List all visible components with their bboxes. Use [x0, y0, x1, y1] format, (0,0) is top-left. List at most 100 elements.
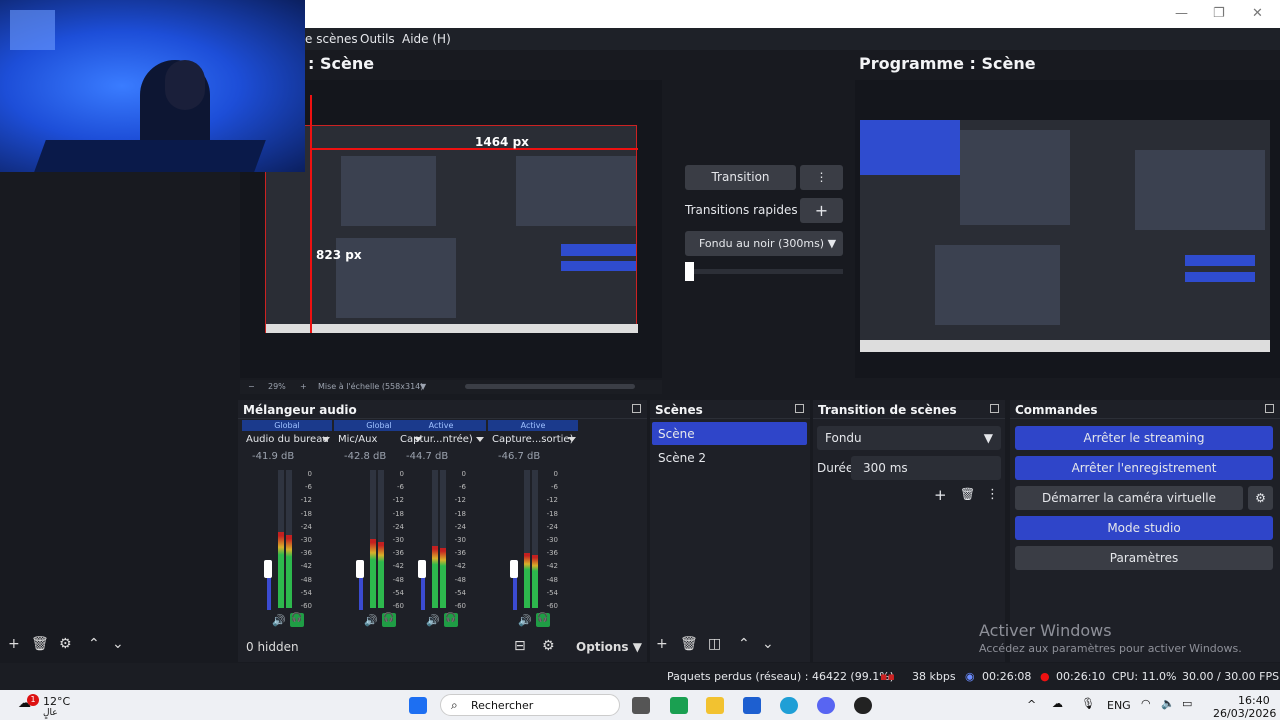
fade-to-black-button[interactable]: Fondu au noir (300ms) ▼ — [685, 231, 843, 256]
add-transition-icon[interactable]: + — [934, 486, 947, 504]
scene-item[interactable]: Scène 2 — [658, 451, 706, 465]
scale-tick: -42 — [546, 562, 558, 571]
move-up-icon[interactable]: ⌃ — [88, 636, 100, 658]
duration-input[interactable]: 300 ms — [851, 456, 1001, 480]
chevron-up-icon[interactable]: ^ — [1027, 698, 1036, 711]
discord-icon[interactable] — [817, 697, 835, 714]
speaker-icon[interactable]: 🔊 — [272, 614, 286, 627]
headphones-icon[interactable]: 🎧 — [444, 613, 458, 627]
float-icon[interactable] — [795, 404, 804, 413]
channel-menu-icon[interactable] — [476, 437, 484, 442]
scene-transition-dock: Transition de scènes Fondu ▼ Durée 300 ms… — [813, 400, 1005, 662]
filter-icon[interactable]: ◫ — [708, 636, 721, 658]
edge-icon[interactable] — [780, 697, 798, 714]
channel-name[interactable]: Captur...ntrée) — [400, 434, 473, 445]
maximize-icon[interactable]: ❐ — [1213, 6, 1225, 21]
width-label: 1464 px — [475, 135, 529, 149]
float-icon[interactable] — [1265, 404, 1274, 413]
windows-start-icon[interactable] — [409, 697, 427, 714]
menu-scenes[interactable]: e scènes — [305, 32, 358, 46]
volume-knob[interactable] — [418, 560, 426, 578]
menu-help[interactable]: Aide (H) — [402, 32, 451, 46]
headphones-icon[interactable]: 🎧 — [536, 613, 550, 627]
mixer-settings-icon[interactable]: ⚙ — [542, 638, 555, 660]
transition-menu-icon[interactable]: ⋮ — [986, 487, 999, 502]
stop-streaming-button[interactable]: Arrêter le streaming — [1015, 426, 1273, 450]
taskbar-search[interactable]: ⌕ Rechercher — [440, 694, 620, 716]
onedrive-icon[interactable]: ☁ — [1052, 697, 1063, 710]
zoom-out-icon[interactable]: − — [248, 382, 255, 391]
fps: 30.00 / 30.00 FPS — [1182, 670, 1280, 683]
transition-menu-icon[interactable]: ⋮ — [800, 165, 843, 190]
store-icon[interactable] — [743, 697, 761, 714]
speaker-icon[interactable]: 🔊 — [364, 614, 378, 627]
headphones-icon[interactable]: 🎧 — [382, 613, 396, 627]
studio-mode-button[interactable]: Mode studio — [1015, 516, 1273, 540]
battery-icon[interactable]: ▭ — [1182, 697, 1192, 710]
preview-scrollbar[interactable]: − 29% + Mise à l'échelle (558x314) ▼ — [240, 380, 662, 394]
volume-knob[interactable] — [264, 560, 272, 578]
record-icon: ● — [1040, 670, 1050, 683]
scale-tick: -36 — [300, 549, 312, 558]
language-indicator[interactable]: ENG — [1107, 699, 1131, 712]
scale-tick: -6 — [305, 483, 312, 492]
record-time: 00:26:10 — [1056, 670, 1106, 683]
scroll-thumb[interactable] — [465, 384, 635, 389]
add-scene-icon[interactable]: + — [656, 636, 668, 658]
speaker-icon[interactable]: 🔊 — [518, 614, 532, 627]
chevron-down-icon[interactable]: ▼ — [420, 382, 426, 391]
app-icon[interactable] — [670, 697, 688, 714]
move-down-icon[interactable]: ⌄ — [112, 636, 124, 658]
add-source-icon[interactable]: + — [8, 636, 20, 658]
level-meter — [432, 470, 438, 608]
gear-icon[interactable]: ⚙ — [1248, 486, 1273, 510]
delete-transition-icon[interactable]: 🗑 — [960, 487, 975, 501]
scale-tick: -60 — [454, 602, 466, 611]
scale-mode[interactable]: Mise à l'échelle (558x314) — [318, 382, 423, 391]
minimize-icon[interactable]: — — [1175, 6, 1188, 21]
channel-name[interactable]: Capture...sortie) — [492, 434, 574, 445]
headphones-icon[interactable]: 🎧 — [290, 613, 304, 627]
wifi-icon[interactable]: ◠ — [1141, 697, 1151, 710]
options-menu[interactable]: Options ▼ — [576, 640, 642, 662]
preview-canvas[interactable] — [265, 125, 638, 333]
volume-icon[interactable]: 🔈 — [1161, 697, 1175, 710]
scale-tick: -6 — [551, 483, 558, 492]
channel-menu-icon[interactable] — [568, 437, 576, 442]
float-icon[interactable] — [632, 404, 641, 413]
scene-item[interactable]: Scène — [652, 422, 807, 445]
obs-icon[interactable] — [854, 697, 872, 714]
task-view-icon[interactable] — [632, 697, 650, 714]
volume-knob[interactable] — [356, 560, 364, 578]
delete-scene-icon[interactable]: 🗑 — [680, 636, 698, 658]
move-down-icon[interactable]: ⌄ — [762, 636, 774, 658]
source-settings-icon[interactable]: ⚙ — [59, 636, 72, 658]
zoom-in-icon[interactable]: + — [300, 382, 307, 391]
transition-type-select[interactable]: Fondu ▼ — [817, 426, 1001, 450]
transition-slider-handle[interactable] — [685, 262, 694, 281]
move-up-icon[interactable]: ⌃ — [738, 636, 750, 658]
channel-name[interactable]: Mic/Aux — [338, 434, 377, 445]
scale-tick: -12 — [454, 496, 466, 505]
stop-recording-button[interactable]: Arrêter l'enregistrement — [1015, 456, 1273, 480]
add-quick-transition-icon[interactable]: + — [800, 198, 843, 223]
virtual-camera-button[interactable]: Démarrer la caméra virtuelle — [1015, 486, 1243, 510]
speaker-icon[interactable]: 🔊 — [426, 614, 440, 627]
webcam-source[interactable] — [0, 0, 305, 172]
mixer-channel: Global Audio du bureau -41.9 dB 0 -6 -12 -18 -2… — [242, 420, 334, 635]
delete-source-icon[interactable]: 🗑 — [31, 636, 49, 658]
channel-name[interactable]: Audio du bureau — [246, 434, 329, 445]
transition-slider[interactable] — [685, 269, 843, 274]
settings-button[interactable]: Paramètres — [1015, 546, 1273, 570]
folder-icon[interactable] — [706, 697, 724, 714]
float-icon[interactable] — [990, 404, 999, 413]
scale-tick: -54 — [300, 588, 312, 597]
scale-tick: -24 — [546, 522, 558, 531]
transition-button[interactable]: Transition — [685, 165, 796, 190]
volume-knob[interactable] — [510, 560, 518, 578]
menu-tools[interactable]: Outils — [360, 32, 395, 46]
layout-icon[interactable]: ⊟ — [514, 638, 526, 660]
mic-icon[interactable]: 🎙 — [1081, 697, 1095, 710]
channel-menu-icon[interactable] — [322, 437, 330, 442]
close-icon[interactable]: ✕ — [1252, 6, 1263, 21]
